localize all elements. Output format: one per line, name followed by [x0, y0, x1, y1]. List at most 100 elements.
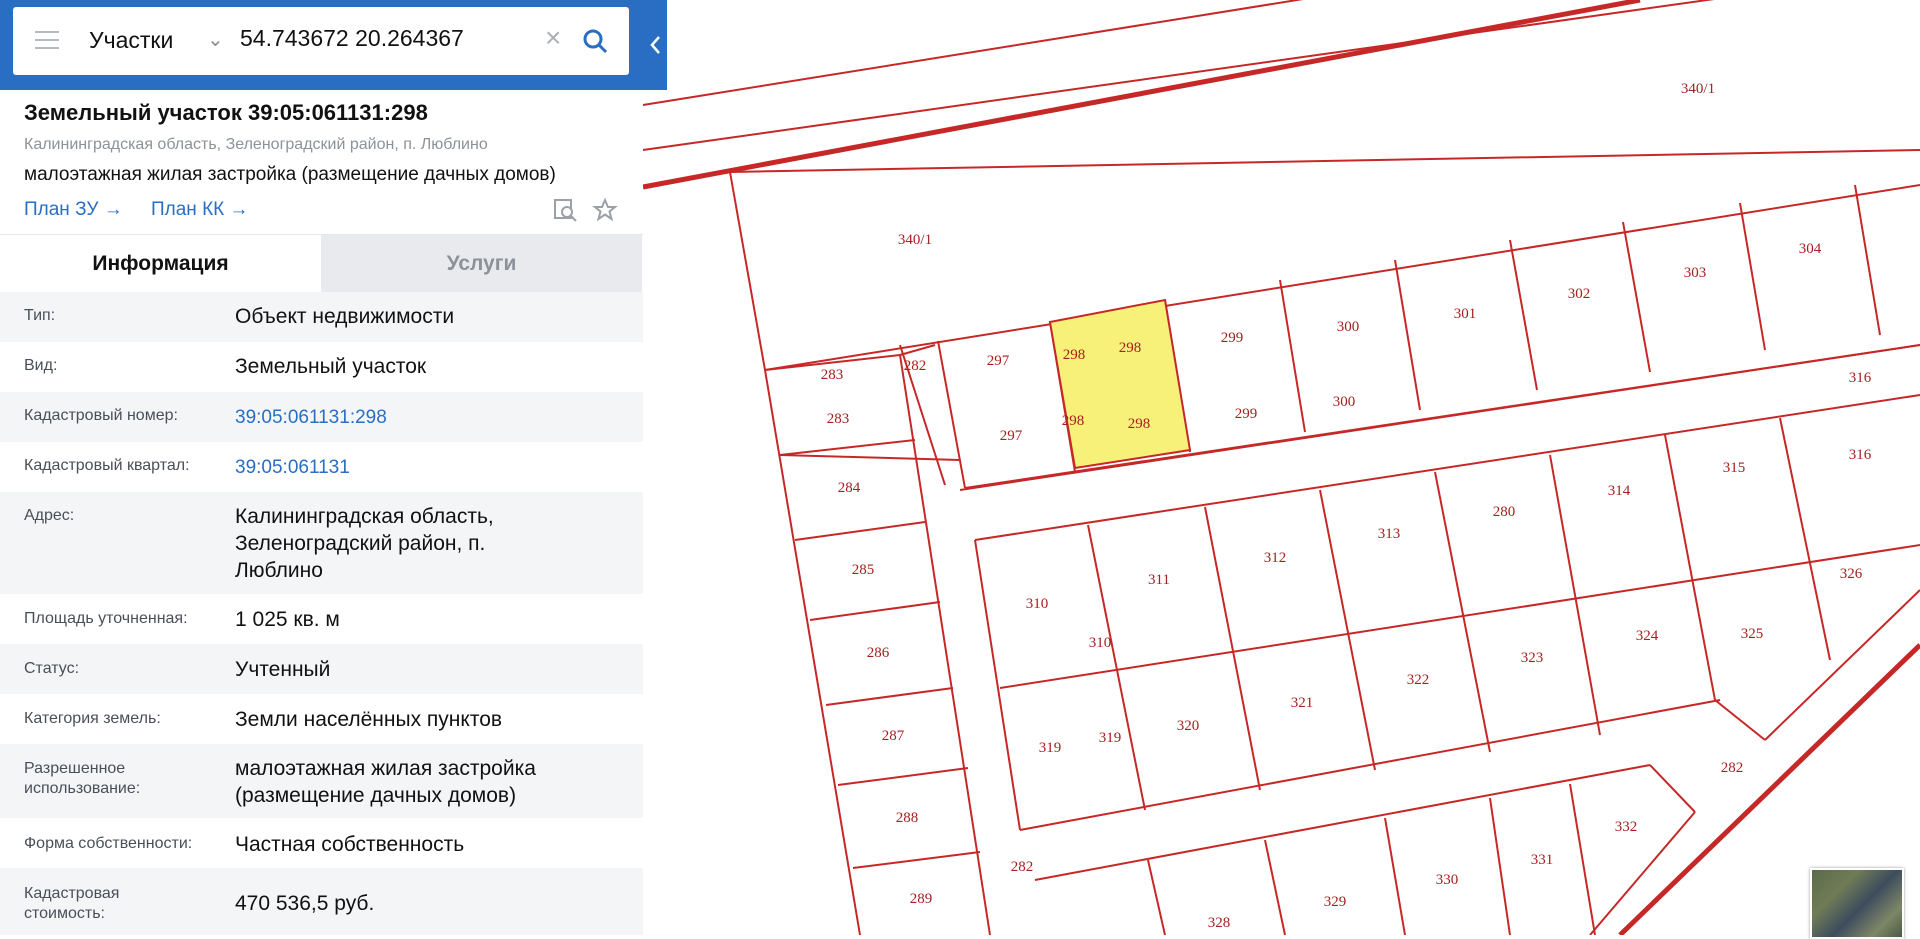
row-label: Кадастровая стоимость:: [24, 884, 119, 924]
cadastral-quarter-link[interactable]: 39:05:061131: [235, 454, 625, 481]
row-label: Кадастровый квартал:: [24, 457, 190, 474]
parcel-label: 311: [1148, 572, 1170, 588]
cadastral-number-link[interactable]: 39:05:061131:298: [235, 404, 625, 431]
parcel-label: 322: [1407, 672, 1430, 688]
parcel-label: 325: [1741, 626, 1764, 642]
parcel-label: 298: [1063, 347, 1086, 363]
parcel-label: 289: [910, 891, 933, 907]
row-value-line: Калининградская область,: [235, 505, 494, 528]
parcel-label: 328: [1208, 915, 1231, 931]
parcel-address: Калининградская область, Зеленоградский …: [24, 136, 488, 153]
parcel-label: 303: [1684, 265, 1707, 281]
parcel-label: 340/1: [898, 232, 932, 248]
parcel-label: 302: [1568, 286, 1591, 302]
search-input[interactable]: [240, 25, 530, 52]
info-row-kind: Вид: Земельный участок: [0, 342, 643, 392]
row-label: Разрешенное использование:: [24, 759, 140, 799]
row-label: Тип:: [24, 307, 56, 324]
parcel-label: 298: [1062, 413, 1085, 429]
row-label: Статус:: [24, 660, 80, 677]
row-value-line: Люблино: [235, 559, 323, 582]
row-label: Площадь уточненная:: [24, 610, 188, 627]
parcel-label: 298: [1128, 416, 1151, 432]
parcel-label: 283: [821, 367, 844, 383]
row-value: Учтенный: [235, 658, 331, 681]
row-label: Вид:: [24, 357, 58, 374]
selected-parcel-298[interactable]: [1048, 298, 1192, 470]
parcel-label: 323: [1521, 650, 1544, 666]
row-value-multiline: Калининградская область, Зеленоградский …: [235, 503, 625, 584]
row-value: 470 536,5 руб.: [235, 892, 375, 915]
menu-icon[interactable]: [35, 31, 59, 51]
parcel-label: 340/1: [1681, 81, 1715, 97]
search-bar: Участки ⌄ ×: [0, 0, 667, 90]
clear-icon[interactable]: ×: [545, 22, 561, 54]
row-value: Земли населённых пунктов: [235, 708, 503, 731]
parcel-label: 320: [1177, 718, 1200, 734]
search-box: Участки ⌄ ×: [13, 7, 629, 75]
parcel-label: 329: [1324, 894, 1347, 910]
parcel-label: 330: [1436, 872, 1459, 888]
info-row-area: Площадь уточненная: 1 025 кв. м: [0, 594, 643, 644]
row-label: Адрес:: [24, 507, 75, 524]
parcel-label: 316: [1849, 370, 1872, 386]
row-value-line: (размещение дачных домов): [235, 784, 517, 807]
info-row-cadastral-number: Кадастровый номер: 39:05:061131:298: [0, 392, 643, 442]
row-label-line: использование:: [24, 780, 141, 797]
row-label-line: Разрешенное: [24, 760, 126, 777]
row-value-line: Зеленоградский район, п.: [235, 532, 486, 555]
parcel-label: 283: [827, 411, 850, 427]
parcel-label: 316: [1849, 447, 1872, 463]
info-row-cadastral-quarter: Кадастровый квартал: 39:05:061131: [0, 442, 643, 492]
parcel-label: 315: [1723, 460, 1746, 476]
parcel-label: 312: [1264, 550, 1287, 566]
tab-info[interactable]: Информация: [0, 235, 321, 292]
parcel-label: 331: [1531, 852, 1554, 868]
star-icon[interactable]: [592, 197, 618, 223]
parcel-label: 299: [1221, 330, 1244, 346]
parcel-label: 310: [1089, 635, 1112, 651]
parcel-label: 286: [867, 645, 890, 661]
parcel-label: 297: [1000, 428, 1023, 444]
parcel-label: 313: [1378, 526, 1401, 542]
parcel-label: 287: [882, 728, 905, 744]
info-row-address: Адрес: Калининградская область, Зеленогр…: [0, 492, 643, 594]
info-row-status: Статус: Учтенный: [0, 644, 643, 694]
parcel-label: 282: [1721, 760, 1744, 776]
parcel-label: 300: [1337, 319, 1360, 335]
parcel-label: 332: [1615, 819, 1638, 835]
parcel-label: 280: [1493, 504, 1516, 520]
info-row-type: Тип: Объект недвижимости: [0, 292, 643, 342]
row-value-multiline: малоэтажная жилая застройка (размещение …: [235, 755, 625, 809]
row-value: Объект недвижимости: [235, 305, 455, 328]
parcel-label: 324: [1636, 628, 1659, 644]
row-value-line: малоэтажная жилая застройка: [235, 757, 536, 780]
collapse-panel-icon[interactable]: [646, 30, 664, 60]
parcel-label: 285: [852, 562, 875, 578]
plan-zu-link[interactable]: План ЗУ →: [24, 199, 123, 221]
zoom-to-parcel-icon[interactable]: [552, 197, 578, 223]
chevron-down-icon[interactable]: ⌄: [207, 27, 224, 52]
parcel-label: 299: [1235, 406, 1258, 422]
tab-services[interactable]: Услуги: [321, 235, 642, 292]
row-value: Земельный участок: [235, 355, 427, 378]
parcel-label: 304: [1799, 241, 1822, 257]
parcel-label: 300: [1333, 394, 1356, 410]
parcel-label: 301: [1454, 306, 1477, 322]
parcel-use: малоэтажная жилая застройка (размещение …: [24, 164, 556, 185]
parcel-label: 288: [896, 810, 919, 826]
parcel-label: 321: [1291, 695, 1314, 711]
satellite-layer-thumbnail[interactable]: [1810, 868, 1904, 939]
plan-kk-link[interactable]: План КК →: [151, 199, 249, 221]
parcel-title: Земельный участок 39:05:061131:298: [24, 100, 428, 125]
parcel-label: 319: [1039, 740, 1062, 756]
parcel-label: 284: [838, 480, 861, 496]
info-panel: Земельный участок 39:05:061131:298 Калин…: [0, 0, 643, 935]
row-value: Частная собственность: [235, 833, 465, 856]
search-icon[interactable]: [581, 27, 609, 55]
parcel-label: 310: [1026, 596, 1049, 612]
info-row-cadastral-value: Кадастровая стоимость: 470 536,5 руб.: [0, 868, 643, 935]
row-label: Категория земель:: [24, 710, 161, 727]
parcel-label: 319: [1099, 730, 1122, 746]
layer-select[interactable]: Участки: [89, 27, 173, 54]
